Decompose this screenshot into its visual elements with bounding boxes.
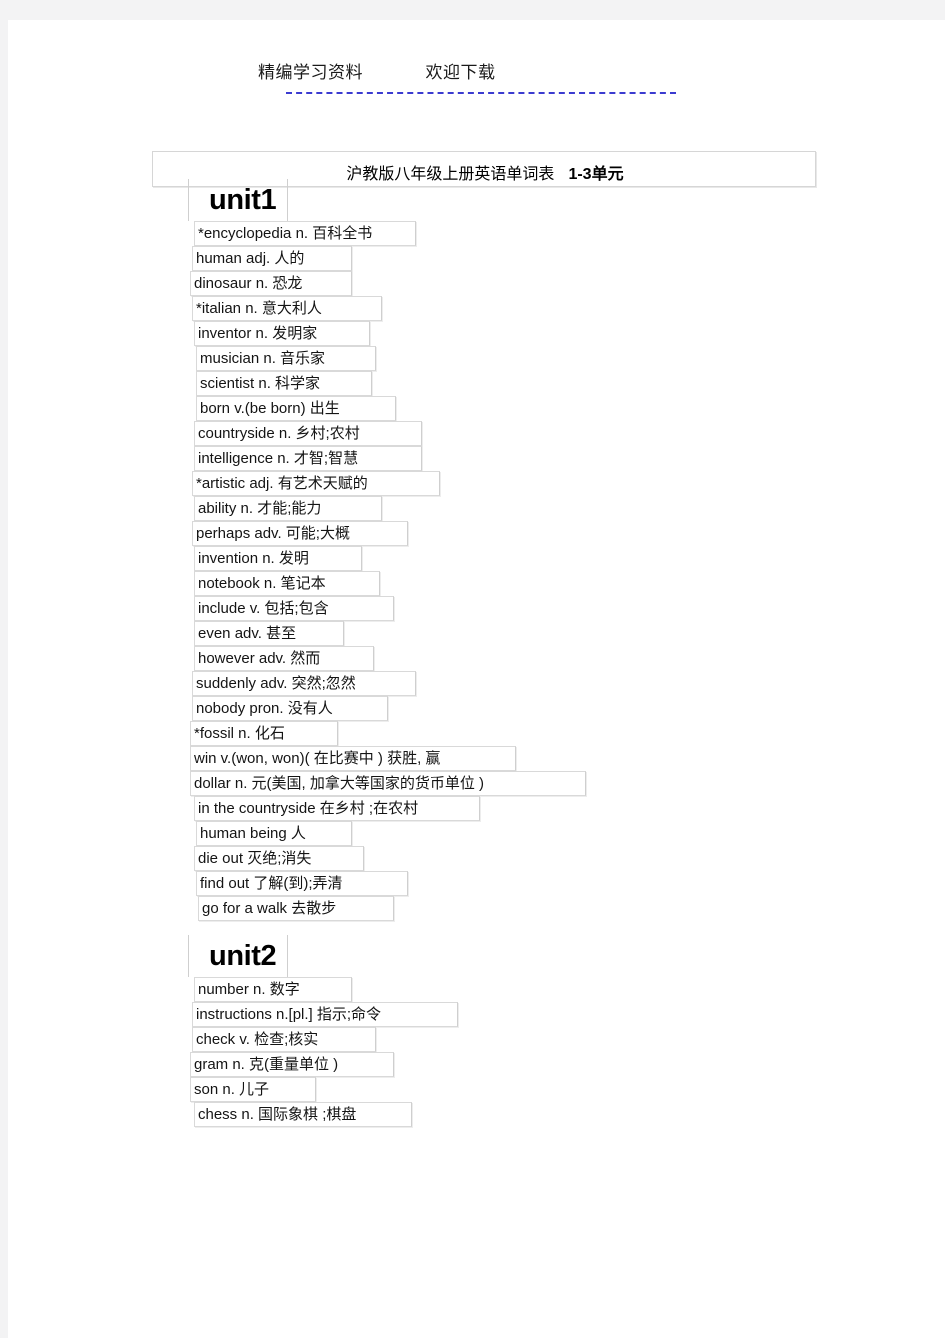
word-entry-text: however adv. 然而 — [198, 650, 321, 667]
word-entry-text: win v.(won, won)( 在比赛中 ) 获胜, 赢 — [194, 750, 441, 767]
word-entry: *artistic adj. 有艺术天赋的 — [192, 471, 440, 496]
word-entry-text: countryside n. 乡村;农村 — [198, 425, 360, 442]
word-entry: in the countryside 在乡村 ;在农村 — [194, 796, 480, 821]
page-header: 精编学习资料 欢迎下载 — [8, 58, 945, 92]
word-entry: find out 了解(到);弄清 — [196, 871, 408, 896]
unit-heading: unit2 — [188, 935, 288, 977]
word-entry-text: chess n. 国际象棋 ;棋盘 — [198, 1106, 357, 1123]
header-left-text: 精编学习资料 — [258, 63, 363, 82]
word-entry-text: scientist n. 科学家 — [200, 375, 321, 392]
word-entry: scientist n. 科学家 — [196, 371, 372, 396]
header-dashed-rule — [286, 92, 676, 94]
unit-heading: unit1 — [188, 179, 288, 221]
title-main-text: 沪教版八年级上册英语单词表 — [346, 166, 555, 183]
word-entry-text: human adj. 人的 — [196, 250, 305, 267]
word-entry: countryside n. 乡村;农村 — [194, 421, 422, 446]
word-entry: suddenly adv. 突然;忽然 — [192, 671, 416, 696]
word-entry: dinosaur n. 恐龙 — [190, 271, 352, 296]
word-entry: even adv. 甚至 — [194, 621, 344, 646]
word-entry: ability n. 才能;能力 — [194, 496, 382, 521]
word-entry-text: dinosaur n. 恐龙 — [194, 275, 303, 292]
word-entry-text: intelligence n. 才智;智慧 — [198, 450, 359, 467]
word-entry-text: nobody pron. 没有人 — [196, 700, 333, 717]
word-entry-text: ability n. 才能;能力 — [198, 500, 322, 517]
word-entry: *italian n. 意大利人 — [192, 296, 382, 321]
word-entry: gram n. 克(重量单位 ) — [190, 1052, 394, 1077]
word-entry-text: musician n. 音乐家 — [200, 350, 326, 367]
title-unit-range: 1-3单元 — [568, 166, 624, 183]
word-entry-text: find out 了解(到);弄清 — [200, 875, 343, 892]
unit-heading-label: unit2 — [209, 940, 277, 972]
word-entry-text: even adv. 甚至 — [198, 625, 297, 642]
word-entry: perhaps adv. 可能;大概 — [192, 521, 408, 546]
word-entry: intelligence n. 才智;智慧 — [194, 446, 422, 471]
word-entry: *encyclopedia n. 百科全书 — [194, 221, 416, 246]
unit-heading-label: unit1 — [209, 184, 277, 216]
word-entry-text: *encyclopedia n. 百科全书 — [198, 225, 373, 242]
word-entry-text: *fossil n. 化石 — [194, 725, 285, 742]
word-entry: go for a walk 去散步 — [198, 896, 394, 921]
header-right-text: 欢迎下载 — [425, 63, 496, 82]
document-page: 精编学习资料 欢迎下载 沪教版八年级上册英语单词表 1-3单元 unit1 *enc… — [8, 20, 945, 1338]
page-header-text: 精编学习资料 欢迎下载 — [258, 58, 698, 84]
word-entry-text: born v.(be born) 出生 — [200, 400, 340, 417]
word-entry-text: number n. 数字 — [198, 981, 300, 998]
word-entry: invention n. 发明 — [194, 546, 362, 571]
word-entry-text: check v. 检查;核实 — [196, 1031, 319, 1048]
word-entry-text: instructions n.[pl.] 指示;命令 — [196, 1006, 382, 1023]
word-entry-text: gram n. 克(重量单位 ) — [194, 1056, 339, 1073]
word-entry: however adv. 然而 — [194, 646, 374, 671]
word-entry: check v. 检查;核实 — [192, 1027, 376, 1052]
word-entry-text: go for a walk 去散步 — [202, 900, 337, 917]
word-entry-text: *italian n. 意大利人 — [196, 300, 322, 317]
word-entry: nobody pron. 没有人 — [192, 696, 388, 721]
word-entry-text: dollar n. 元(美国, 加拿大等国家的货币单位 ) — [194, 775, 485, 792]
word-entry-text: notebook n. 笔记本 — [198, 575, 326, 592]
word-entry: musician n. 音乐家 — [196, 346, 376, 371]
word-entry: include v. 包括;包含 — [194, 596, 394, 621]
word-entry-text: invention n. 发明 — [198, 550, 309, 567]
word-entry: win v.(won, won)( 在比赛中 ) 获胜, 赢 — [190, 746, 516, 771]
word-entry: son n. 儿子 — [190, 1077, 316, 1102]
word-entry: born v.(be born) 出生 — [196, 396, 396, 421]
word-entry: notebook n. 笔记本 — [194, 571, 380, 596]
word-entry: instructions n.[pl.] 指示;命令 — [192, 1002, 458, 1027]
word-entry-text: die out 灭绝;消失 — [198, 850, 312, 867]
word-entry-text: include v. 包括;包含 — [198, 600, 329, 617]
word-entry: human being 人 — [196, 821, 352, 846]
word-entry-text: perhaps adv. 可能;大概 — [196, 525, 350, 542]
word-entry-text: inventor n. 发明家 — [198, 325, 318, 342]
word-entry-text: in the countryside 在乡村 ;在农村 — [198, 800, 419, 817]
word-entry: inventor n. 发明家 — [194, 321, 370, 346]
word-entry: chess n. 国际象棋 ;棋盘 — [194, 1102, 412, 1127]
word-entry: dollar n. 元(美国, 加拿大等国家的货币单位 ) — [190, 771, 586, 796]
word-entry: die out 灭绝;消失 — [194, 846, 364, 871]
word-entry: human adj. 人的 — [192, 246, 352, 271]
word-entry: *fossil n. 化石 — [190, 721, 338, 746]
word-entry-text: *artistic adj. 有艺术天赋的 — [196, 475, 368, 492]
word-entry-text: son n. 儿子 — [194, 1081, 270, 1098]
word-entry-text: human being 人 — [200, 825, 306, 842]
word-entry: number n. 数字 — [194, 977, 352, 1002]
word-entry-text: suddenly adv. 突然;忽然 — [196, 675, 356, 692]
